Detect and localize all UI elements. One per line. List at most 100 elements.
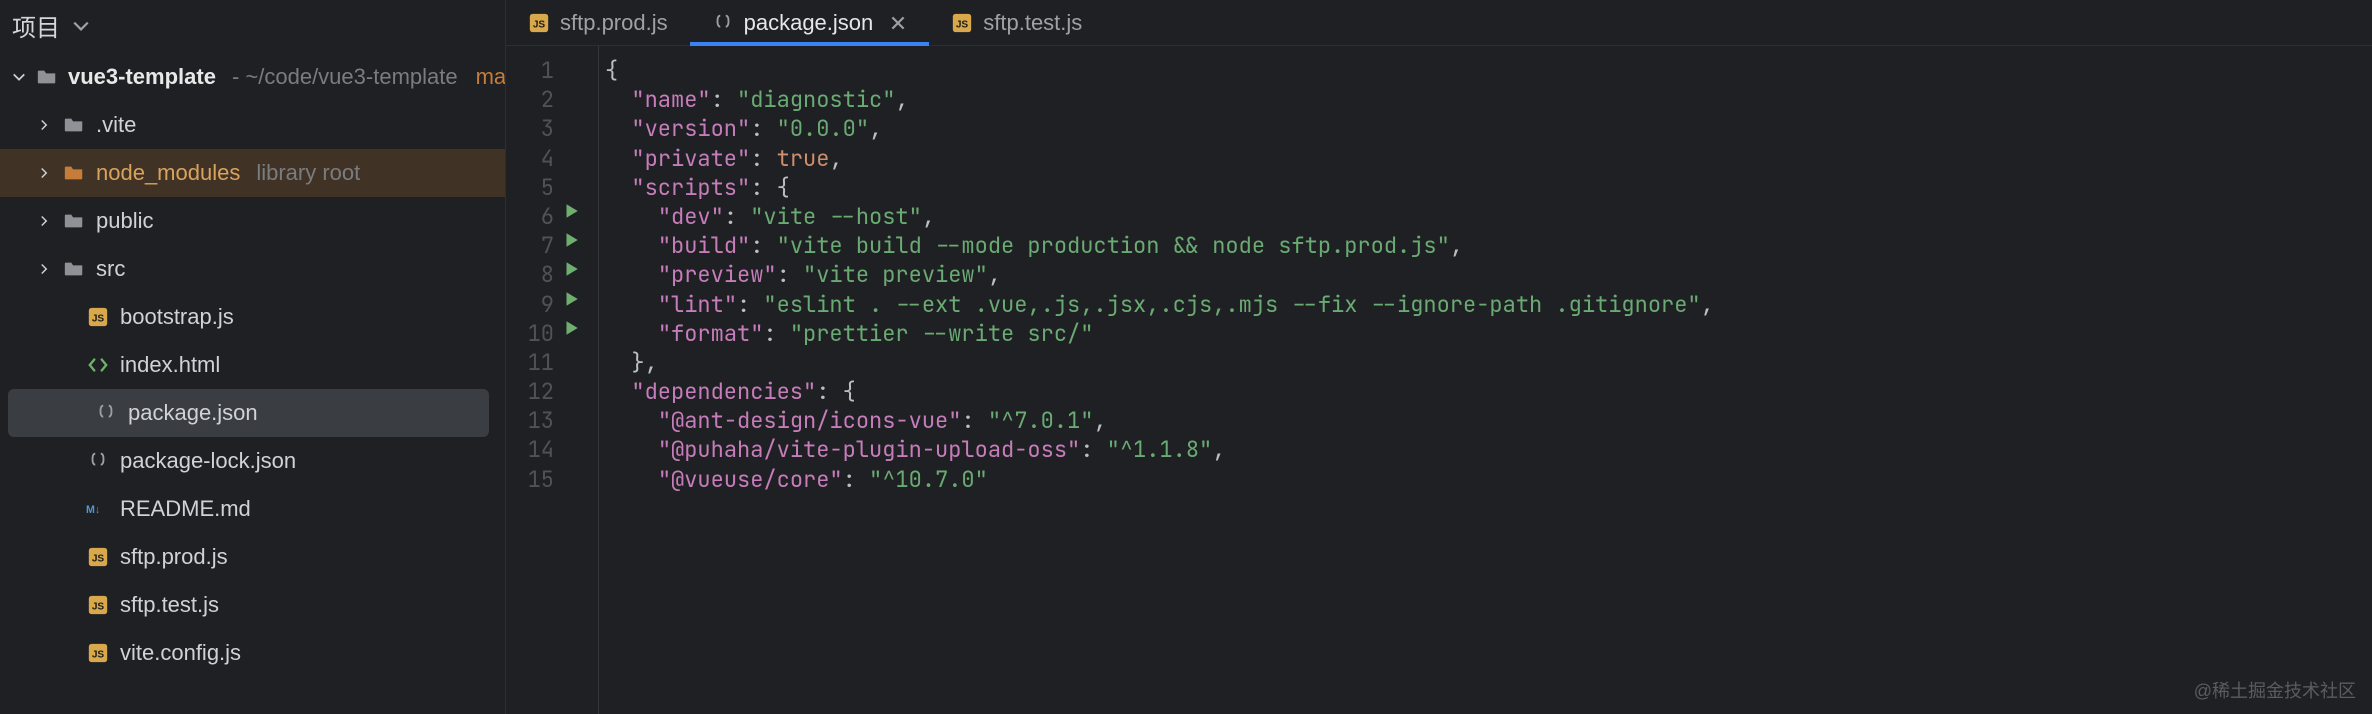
js-icon: JS [86, 641, 110, 665]
svg-text:JS: JS [92, 554, 105, 565]
tree-file[interactable]: M↓README.md [0, 485, 505, 533]
chevron-right-icon[interactable] [36, 263, 52, 275]
tab-label: package.json [744, 10, 874, 36]
code-line[interactable]: }, [605, 348, 2372, 377]
project-tool-header[interactable]: 项目 [0, 0, 505, 53]
code-line[interactable]: "preview": "vite preview", [605, 260, 2372, 289]
code-line[interactable]: "@puhaha/vite-plugin-upload-oss": "^1.1.… [605, 435, 2372, 464]
js-icon: JS [86, 305, 110, 329]
gutter-blank [562, 173, 598, 202]
editor-area: JS sftp.prod.js package.json JS sftp.test.js… [505, 0, 2372, 714]
tree-item-label: public [96, 208, 153, 234]
tree-item-label: sftp.prod.js [120, 544, 228, 570]
close-icon[interactable] [889, 14, 907, 32]
ide-root: 项目 vue3-template - ~/code/vue3-template … [0, 0, 2372, 714]
editor-tab[interactable]: package.json [690, 0, 930, 45]
tree-root[interactable]: vue3-template - ~/code/vue3-template mai… [0, 53, 505, 101]
tree-folder[interactable]: node_modules library root [0, 149, 505, 197]
tree-file[interactable]: JS sftp.prod.js [0, 533, 505, 581]
code-line[interactable]: "scripts": { [605, 173, 2372, 202]
line-number: 3 [506, 114, 554, 143]
gutter-blank [562, 85, 598, 114]
run-script-icon[interactable] [562, 202, 598, 231]
code-line[interactable]: "dependencies": { [605, 377, 2372, 406]
chevron-right-icon[interactable] [36, 167, 52, 179]
line-number: 6 [506, 202, 554, 231]
js-icon: JS [951, 12, 973, 34]
json-icon [94, 401, 118, 425]
tree-item-hint: library root [256, 160, 360, 186]
tree-file[interactable]: index.html [0, 341, 505, 389]
gutter-blank [562, 144, 598, 173]
root-path: - ~/code/vue3-template [232, 64, 458, 90]
js-icon: JS [528, 12, 550, 34]
json-icon [712, 12, 734, 34]
code-content[interactable]: { "name": "diagnostic", "version": "0.0.… [598, 46, 2372, 714]
tree-file[interactable]: JS vite.config.js [0, 629, 505, 677]
line-number: 15 [506, 465, 554, 494]
code-line[interactable]: "lint": "eslint . --ext .vue,.js,.jsx,.c… [605, 290, 2372, 319]
run-script-icon[interactable] [562, 290, 598, 319]
line-number: 8 [506, 260, 554, 289]
tree-folder[interactable]: .vite [0, 101, 505, 149]
tree-folder[interactable]: src [0, 245, 505, 293]
line-number: 9 [506, 290, 554, 319]
line-number: 11 [506, 348, 554, 377]
js-icon: JS [86, 593, 110, 617]
code-line[interactable]: "build": "vite build --mode production &… [605, 231, 2372, 260]
editor-tab[interactable]: JS sftp.prod.js [506, 0, 690, 45]
js-icon: JS [86, 545, 110, 569]
code-line[interactable]: "@ant-design/icons-vue": "^7.0.1", [605, 406, 2372, 435]
tree-item-label: node_modules [96, 160, 240, 186]
gutter-blank [562, 435, 598, 464]
gutter-blank [562, 377, 598, 406]
tree-file[interactable]: JSbootstrap.js [0, 293, 505, 341]
code-line[interactable]: "name": "diagnostic", [605, 85, 2372, 114]
svg-text:JS: JS [92, 602, 105, 613]
run-script-icon[interactable] [562, 319, 598, 348]
tree-item-label: sftp.test.js [120, 592, 219, 618]
tab-label: sftp.prod.js [560, 10, 668, 36]
run-gutter [562, 46, 598, 714]
line-number: 4 [506, 144, 554, 173]
tree-item-label: src [96, 256, 125, 282]
tab-label: sftp.test.js [983, 10, 1082, 36]
tree-file[interactable]: JS sftp.test.js [0, 581, 505, 629]
code-line[interactable]: "@vueuse/core": "^10.7.0" [605, 465, 2372, 494]
tree-file[interactable]: package-lock.json [0, 437, 505, 485]
editor-body[interactable]: 123456789101112131415 { "name": "diagnos… [506, 46, 2372, 714]
chevron-right-icon[interactable] [36, 215, 52, 227]
tree-item-label: package.json [128, 400, 258, 426]
run-script-icon[interactable] [562, 231, 598, 260]
line-number: 1 [506, 56, 554, 85]
folder-icon [36, 65, 58, 89]
line-number: 14 [506, 435, 554, 464]
tree-item-label: .vite [96, 112, 136, 138]
gutter-blank [562, 348, 598, 377]
line-number: 10 [506, 319, 554, 348]
gutter-blank [562, 465, 598, 494]
tree-item-label: index.html [120, 352, 220, 378]
project-sidebar: 项目 vue3-template - ~/code/vue3-template … [0, 0, 505, 714]
tree-folder[interactable]: public [0, 197, 505, 245]
svg-text:M↓: M↓ [86, 504, 100, 516]
json-icon [86, 449, 110, 473]
code-line[interactable]: { [605, 56, 2372, 85]
chevron-down-icon [72, 17, 90, 35]
line-number-gutter: 123456789101112131415 [506, 46, 562, 714]
code-line[interactable]: "dev": "vite --host", [605, 202, 2372, 231]
chevron-down-icon[interactable] [12, 70, 26, 84]
editor-tabs: JS sftp.prod.js package.json JS sftp.test.js [506, 0, 2372, 46]
line-number: 12 [506, 377, 554, 406]
run-script-icon[interactable] [562, 260, 598, 289]
code-line[interactable]: "format": "prettier --write src/" [605, 319, 2372, 348]
folder-icon [62, 113, 86, 137]
code-line[interactable]: "version": "0.0.0", [605, 114, 2372, 143]
tree-file[interactable]: package.json [8, 389, 489, 437]
code-line[interactable]: "private": true, [605, 144, 2372, 173]
tree-item-label: vite.config.js [120, 640, 241, 666]
gutter-blank [562, 114, 598, 143]
editor-tab[interactable]: JS sftp.test.js [929, 0, 1104, 45]
folder-icon [62, 257, 86, 281]
chevron-right-icon[interactable] [36, 119, 52, 131]
